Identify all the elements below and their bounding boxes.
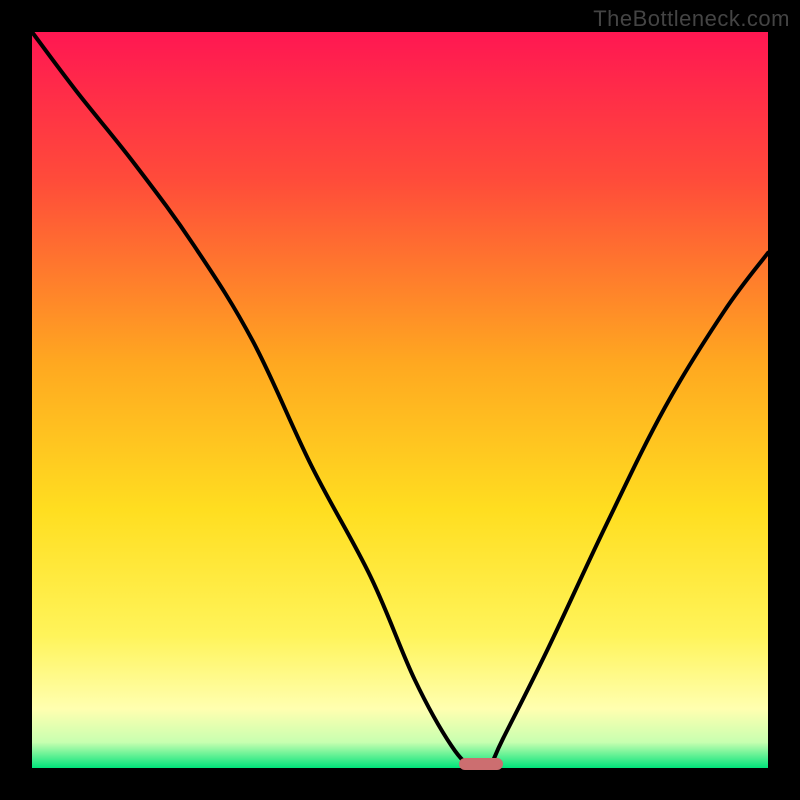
plot-area — [32, 32, 768, 768]
bottleneck-curve — [32, 32, 768, 768]
watermark-text: TheBottleneck.com — [593, 6, 790, 32]
chart-container: TheBottleneck.com — [0, 0, 800, 800]
optimal-marker — [459, 758, 503, 770]
